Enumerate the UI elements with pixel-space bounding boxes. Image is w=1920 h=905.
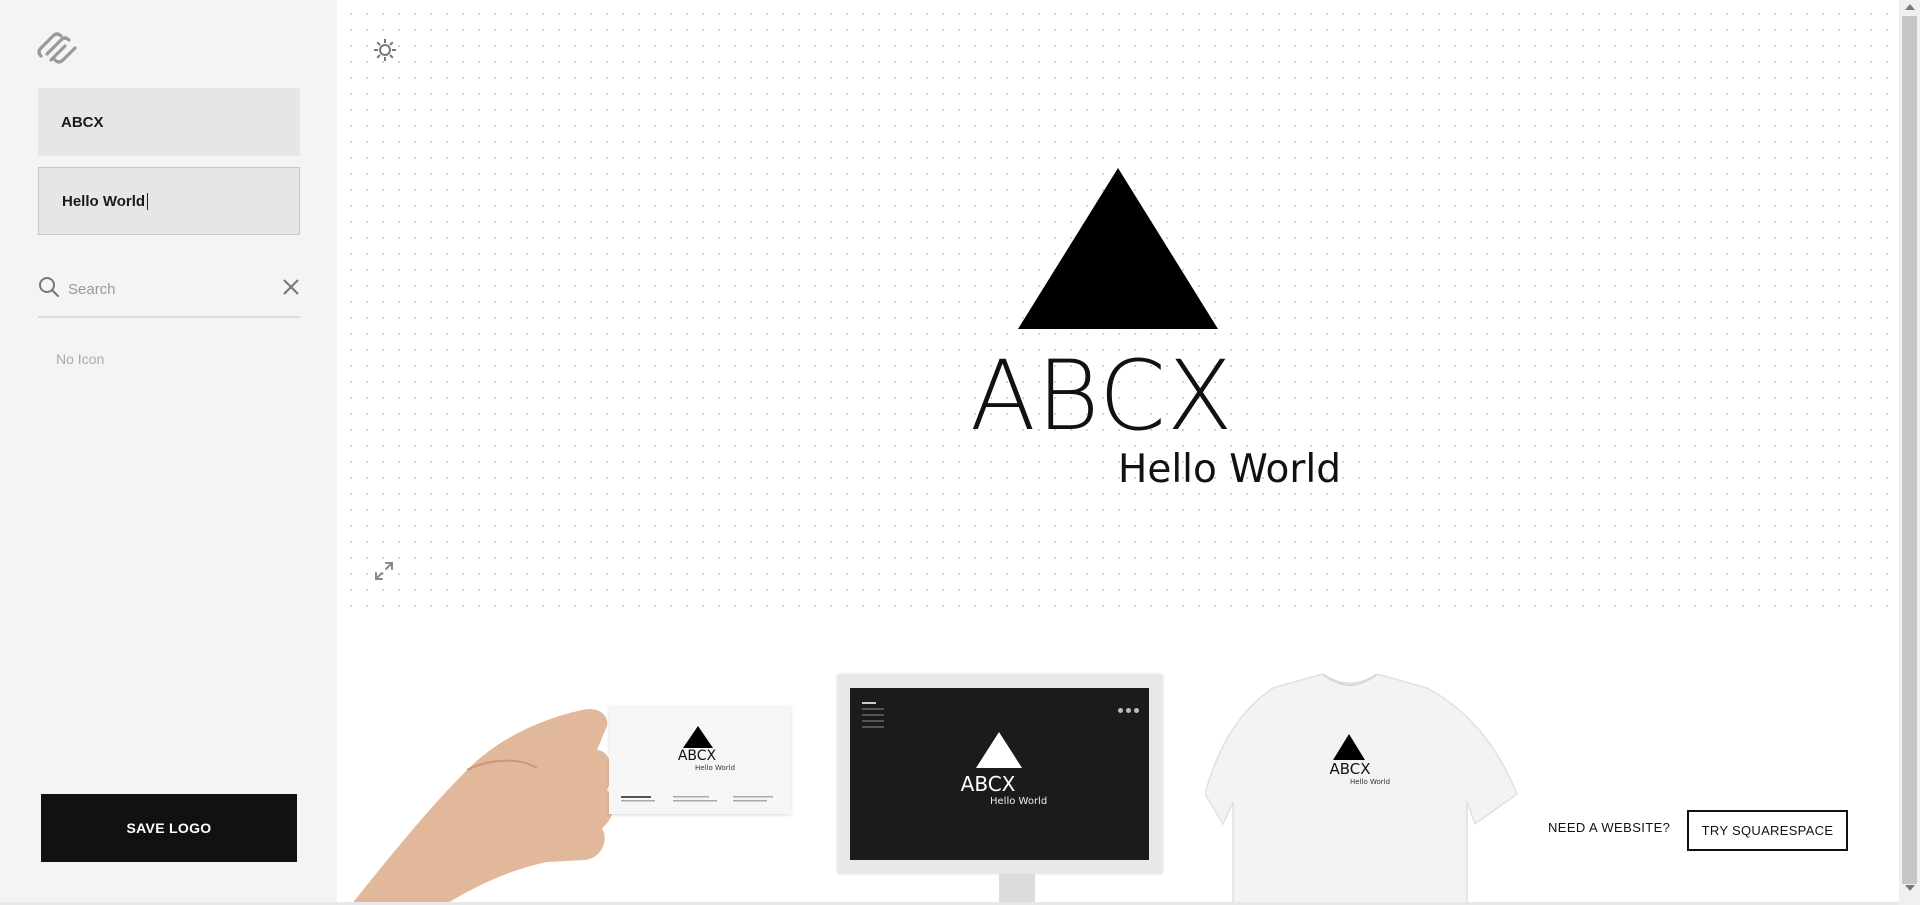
gear-icon[interactable]: [373, 38, 397, 62]
editor-sidebar: ABCX Hello World No Icon SAVE LOGO: [0, 0, 337, 905]
card-tagline: Hello World: [695, 764, 736, 772]
scroll-up-arrow-icon[interactable]: [1905, 4, 1915, 10]
screen-tagline: Hello World: [990, 796, 1048, 807]
expand-icon[interactable]: [373, 560, 395, 582]
shirt-triangle-mark: [1333, 734, 1365, 760]
search-input[interactable]: [66, 274, 260, 304]
icon-search: [38, 272, 300, 318]
card-triangle-mark: [683, 726, 713, 748]
shirt-company-name: ABCX: [1329, 760, 1371, 778]
tagline-field[interactable]: Hello World: [38, 167, 300, 235]
need-website-label: NEED A WEBSITE?: [1548, 820, 1671, 835]
tshirt-shape: [1205, 674, 1518, 905]
try-squarespace-button[interactable]: TRY SQUARESPACE: [1687, 810, 1848, 851]
squarespace-logo-icon[interactable]: [37, 30, 79, 66]
scroll-down-arrow-icon[interactable]: [1905, 885, 1915, 891]
company-name-field[interactable]: ABCX: [38, 88, 300, 156]
search-icon: [39, 277, 59, 297]
screen-triangle-mark: [976, 732, 1022, 768]
logo-triangle-mark[interactable]: [1018, 168, 1218, 329]
card-contact-details: [621, 796, 773, 802]
mockup-previews: ABCX Hello World ABCX Hello World ABCX H…: [337, 620, 1899, 905]
website-monitor-mockup: ABCX Hello World: [837, 674, 1163, 874]
monitor-screen: ABCX Hello World: [850, 688, 1149, 860]
empty-state-text: No Icon: [56, 351, 105, 367]
tagline-value: Hello World: [62, 192, 146, 210]
company-name-value: ABCX: [61, 113, 104, 131]
tshirt-mockup: ABCX Hello World: [1205, 674, 1525, 905]
close-icon[interactable]: [282, 278, 300, 296]
shirt-tagline: Hello World: [1350, 778, 1391, 786]
text-cursor: [147, 192, 149, 210]
screen-social-dots: [1115, 700, 1139, 718]
business-card-mockup: ABCX Hello World: [609, 706, 791, 814]
save-logo-button[interactable]: SAVE LOGO: [41, 794, 297, 862]
monitor-stand: [999, 874, 1035, 905]
scroll-thumb[interactable]: [1902, 16, 1917, 884]
logo-tagline[interactable]: Hello World: [1118, 450, 1341, 489]
logo-company-name[interactable]: ABCX: [970, 348, 1270, 444]
screen-menu: [862, 702, 892, 732]
card-company-name: ABCX: [677, 748, 717, 764]
vertical-scrollbar[interactable]: [1899, 0, 1920, 905]
screen-company-name: ABCX: [960, 772, 1016, 796]
